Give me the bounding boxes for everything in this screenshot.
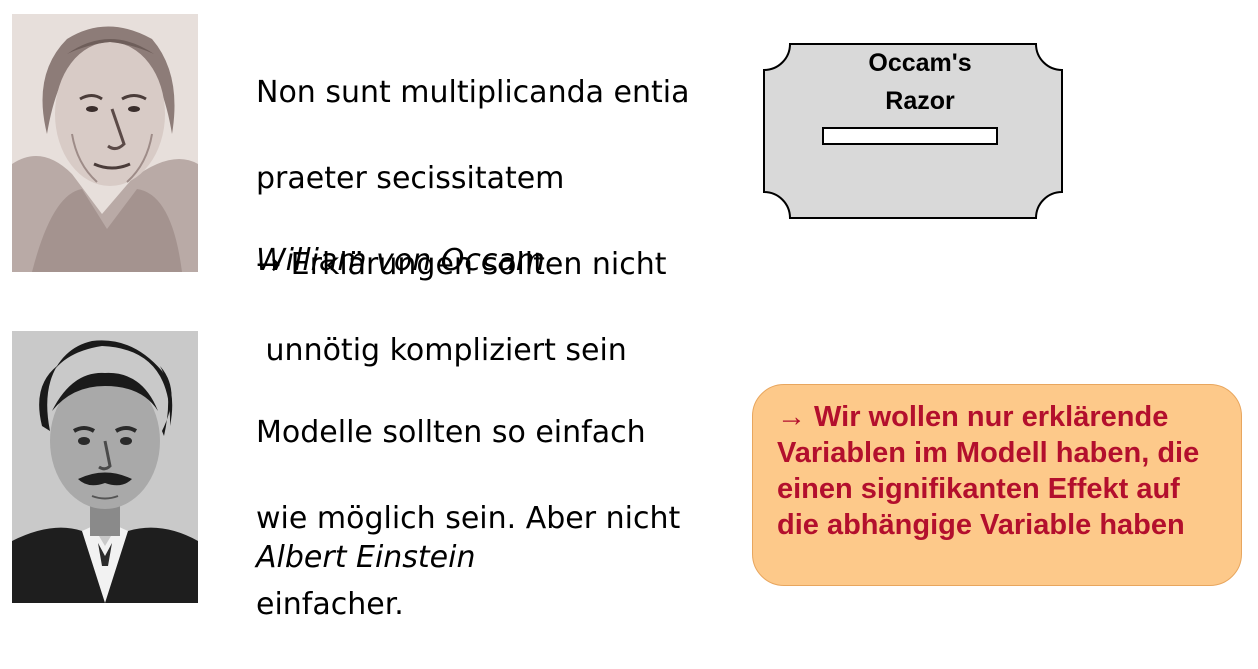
razor-title-line2: Razor: [885, 87, 955, 115]
razor-blade-bar: [822, 127, 998, 145]
quote-line: unnötig kompliziert sein: [256, 333, 627, 368]
quote-line: Modelle sollten so einfach: [256, 415, 646, 450]
quote-line: Non sunt multiplicanda entia: [256, 75, 690, 110]
einstein-portrait: [12, 331, 198, 603]
occam-portrait: [12, 14, 198, 272]
quote-line: praeter secissitatem: [256, 161, 565, 196]
occam-author: William von Occam: [256, 243, 546, 278]
razor-title-line1: Occam's: [868, 49, 972, 77]
conclusion-text: → Wir wollen nur erklärende Variablen im…: [777, 401, 1200, 541]
einstein-author: Albert Einstein: [256, 540, 476, 575]
quote-line: wie möglich sein. Aber nicht: [256, 501, 681, 536]
conclusion-callout: → Wir wollen nur erklärende Variablen im…: [752, 384, 1242, 586]
quote-line: einfacher.: [256, 587, 404, 622]
einstein-quote: Modelle sollten so einfach wie möglich s…: [256, 368, 716, 669]
occam-quote: Non sunt multiplicanda entia praeter sec…: [256, 28, 716, 415]
